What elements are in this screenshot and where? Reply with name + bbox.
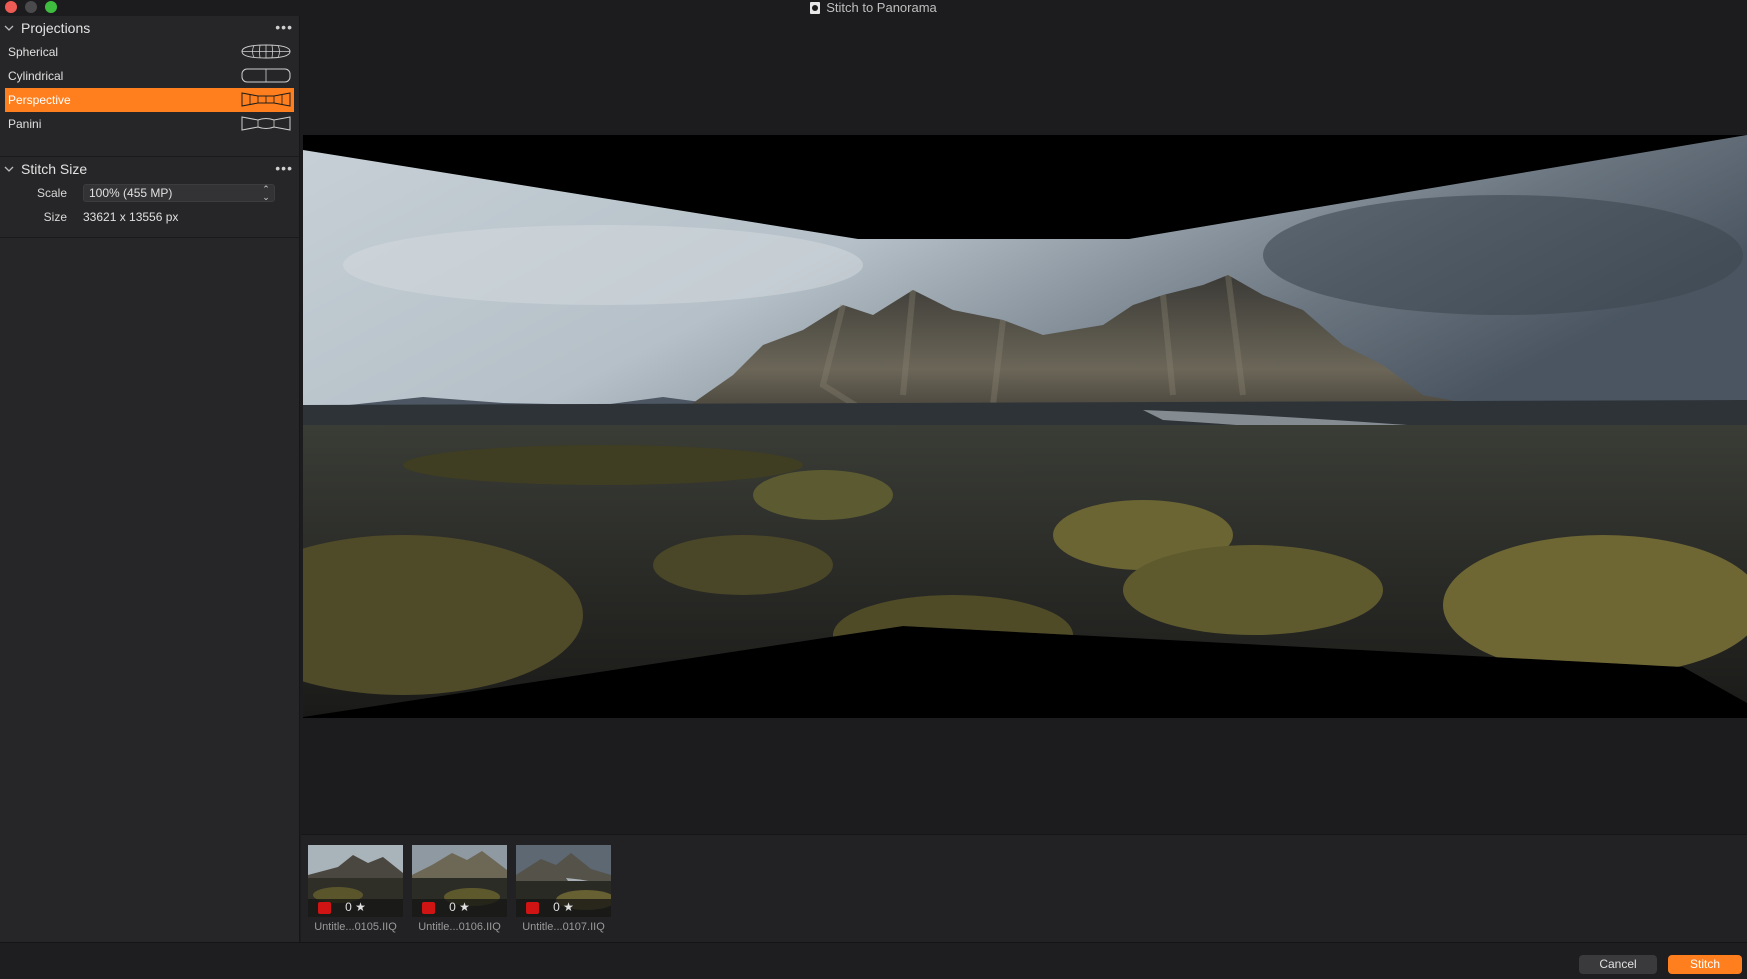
panini-projection-icon bbox=[241, 116, 291, 131]
size-value: 33621 x 13556 px bbox=[83, 210, 179, 224]
cylindrical-projection-icon bbox=[241, 68, 291, 83]
window-title: Stitch to Panorama bbox=[826, 0, 937, 15]
document-icon bbox=[810, 2, 821, 14]
projection-label: Perspective bbox=[8, 93, 71, 107]
thumbnail-info-bar: 0 ★ bbox=[516, 899, 611, 917]
cancel-button[interactable]: Cancel bbox=[1579, 955, 1657, 974]
stitch-size-more-icon[interactable]: ••• bbox=[275, 161, 293, 175]
thumbnail-image: 0 ★ bbox=[308, 845, 403, 917]
thumbnail-filename: Untitle...0105.IIQ bbox=[314, 921, 397, 933]
perspective-projection-icon bbox=[241, 92, 291, 107]
star-rating[interactable]: 0 ★ bbox=[516, 900, 611, 914]
thumbnail-info-bar: 0 ★ bbox=[308, 899, 403, 917]
chevron-down-icon[interactable] bbox=[4, 164, 14, 174]
sidebar: Projections ••• Spherical Cylindrical Pe… bbox=[0, 16, 300, 942]
star-rating[interactable]: 0 ★ bbox=[308, 900, 403, 914]
projection-label: Panini bbox=[8, 117, 42, 131]
window-title-area: Stitch to Panorama bbox=[0, 0, 1747, 15]
projection-item-panini[interactable]: Panini bbox=[5, 112, 294, 136]
stitch-size-title: Stitch Size bbox=[21, 161, 88, 177]
projection-item-spherical[interactable]: Spherical bbox=[5, 40, 294, 64]
star-rating[interactable]: 0 ★ bbox=[412, 900, 507, 914]
thumbnail-image: 0 ★ bbox=[412, 845, 507, 917]
projections-more-icon[interactable]: ••• bbox=[275, 20, 293, 34]
stitch-size-section: Stitch Size ••• Scale 100% (455 MP) ⌃ ⌄ S… bbox=[0, 157, 299, 238]
size-row: Size 33621 x 13556 px bbox=[0, 205, 299, 229]
filmstrip-thumbnail[interactable]: 0 ★ Untitle...0107.IIQ bbox=[516, 845, 611, 933]
thumbnail-filename: Untitle...0107.IIQ bbox=[522, 921, 605, 933]
scale-row: Scale 100% (455 MP) ⌃ ⌄ bbox=[0, 181, 299, 205]
projections-header[interactable]: Projections bbox=[0, 16, 299, 40]
stitch-button[interactable]: Stitch bbox=[1668, 955, 1742, 974]
title-bar: Stitch to Panorama bbox=[0, 0, 1747, 16]
panorama-preview bbox=[303, 135, 1747, 718]
filmstrip-thumbnail[interactable]: 0 ★ Untitle...0105.IIQ bbox=[308, 845, 403, 933]
scale-label: Scale bbox=[36, 186, 67, 200]
panorama-image bbox=[303, 135, 1747, 717]
projections-section: Projections ••• Spherical Cylindrical Pe… bbox=[0, 16, 299, 157]
thumbnail-image: 0 ★ bbox=[516, 845, 611, 917]
thumbnail-filename: Untitle...0106.IIQ bbox=[418, 921, 501, 933]
filmstrip-thumbnail[interactable]: 0 ★ Untitle...0106.IIQ bbox=[412, 845, 507, 933]
projection-label: Spherical bbox=[8, 45, 59, 59]
bottom-bar: Cancel Stitch bbox=[0, 942, 1747, 979]
projection-item-perspective[interactable]: Perspective bbox=[5, 88, 294, 112]
projection-item-cylindrical[interactable]: Cylindrical bbox=[5, 64, 294, 88]
stepper-arrows-icon: ⌃ ⌄ bbox=[262, 184, 270, 202]
spherical-projection-icon bbox=[241, 44, 291, 59]
thumbnail-info-bar: 0 ★ bbox=[412, 899, 507, 917]
chevron-down-icon[interactable] bbox=[4, 23, 14, 33]
projections-title: Projections bbox=[21, 20, 91, 36]
scale-value: 100% (455 MP) bbox=[89, 186, 173, 200]
size-label: Size bbox=[43, 210, 67, 224]
scale-select[interactable]: 100% (455 MP) ⌃ ⌄ bbox=[83, 184, 275, 202]
filmstrip: 0 ★ Untitle...0105.IIQ 0 ★ Untitle...010… bbox=[301, 834, 1747, 942]
stitch-size-header[interactable]: Stitch Size bbox=[0, 157, 299, 181]
projection-label: Cylindrical bbox=[8, 69, 64, 83]
